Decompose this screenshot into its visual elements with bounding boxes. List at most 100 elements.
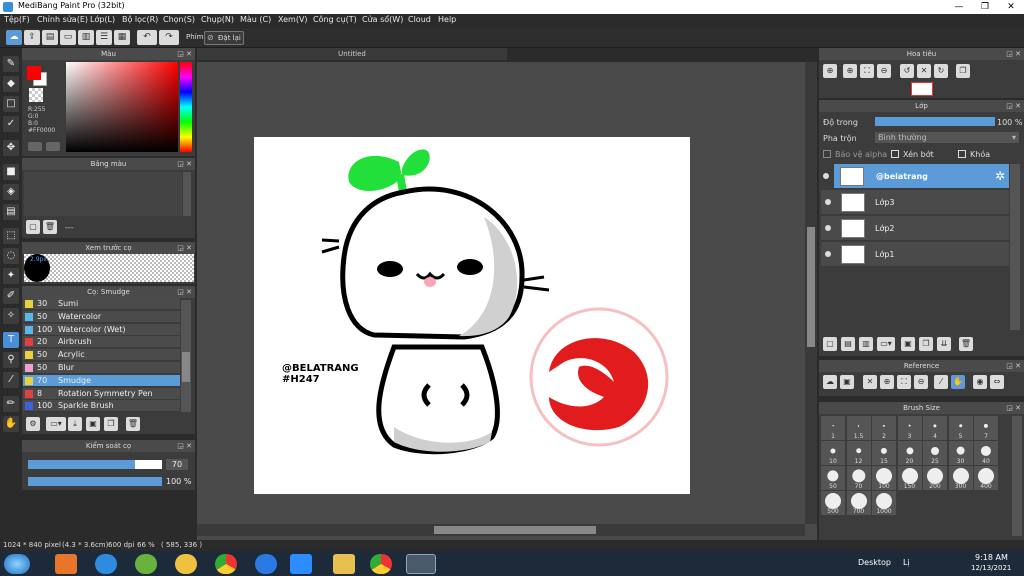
start-icon[interactable] xyxy=(4,554,30,574)
eraser-tool-icon[interactable]: ◆ xyxy=(3,76,19,92)
brush-size-option[interactable]: 400 xyxy=(974,466,998,490)
menu-select[interactable]: Chọn(S) xyxy=(163,15,195,24)
menu-color[interactable]: Màu (C) xyxy=(240,15,271,24)
copy-view-icon[interactable]: ❐ xyxy=(956,64,970,78)
zoom-plus-icon[interactable]: ⊕ xyxy=(843,64,857,78)
protect-alpha-checkbox[interactable] xyxy=(823,150,831,158)
reference-fit-icon[interactable]: ⛶ xyxy=(897,375,911,389)
brush-item[interactable]: 70 Smudge xyxy=(23,374,180,387)
reference-open-icon[interactable]: ▣ xyxy=(840,375,854,389)
brush-item[interactable]: 50 Watercolor xyxy=(23,310,180,323)
menu-layer[interactable]: Lớp(L) xyxy=(90,15,115,24)
reference-zoom-in-icon[interactable]: ⊕ xyxy=(880,375,894,389)
reference-zoom-out-icon[interactable]: ⊖ xyxy=(914,375,928,389)
layer-visibility-icon[interactable] xyxy=(825,251,831,257)
brush-size-value[interactable]: 70 xyxy=(166,459,188,470)
brush-opacity-slider[interactable] xyxy=(28,477,162,486)
lock-checkbox[interactable] xyxy=(958,150,966,158)
select-tool-icon[interactable]: ⬚ xyxy=(3,228,19,244)
brush-size-option[interactable]: 12 xyxy=(846,441,871,465)
brush-size-option[interactable]: 3 xyxy=(897,416,922,440)
reference-eyedropper-icon[interactable]: ⁄ xyxy=(934,375,948,389)
brush-item[interactable]: 100 Sparkle Brush xyxy=(23,400,180,413)
cloud-icon[interactable]: ☁ xyxy=(6,30,22,45)
brush-copy-icon[interactable]: ❐ xyxy=(104,417,118,431)
brush-size-option[interactable]: 100 xyxy=(872,466,896,490)
brush-size-option[interactable]: 150 xyxy=(897,466,922,490)
hue-slider[interactable] xyxy=(180,62,192,152)
brush-delete-icon[interactable]: 🗑 xyxy=(126,417,140,431)
move-tool-icon[interactable]: ✥ xyxy=(3,140,19,156)
brush-item[interactable]: 50 Acrylic xyxy=(23,349,180,362)
layer-scrollbar[interactable] xyxy=(1010,164,1020,330)
list-icon[interactable]: ☰ xyxy=(96,30,112,45)
menu-view[interactable]: Xem(V) xyxy=(278,15,308,24)
pen-tool-icon[interactable]: ✓ xyxy=(3,116,19,132)
brush-size-option[interactable]: 7 xyxy=(974,416,998,440)
reference-close-icon[interactable]: ✕ xyxy=(863,375,877,389)
dot-tool-icon[interactable]: □ xyxy=(3,96,19,112)
menu-capture[interactable]: Chụp(N) xyxy=(201,15,234,24)
reset-button[interactable]: ⊘ Đặt lại xyxy=(204,31,244,45)
menu-filter[interactable]: Bộ lọc(R) xyxy=(122,15,158,24)
duplicate-layer-icon[interactable]: ❐ xyxy=(919,337,933,351)
clipping-checkbox[interactable] xyxy=(891,150,899,158)
undo-icon[interactable]: ↶ xyxy=(137,30,157,45)
merge-layer-icon[interactable]: ⇊ xyxy=(937,337,951,351)
share-icon[interactable]: ⇪ xyxy=(24,30,40,45)
select-pen-tool-icon[interactable]: ✐ xyxy=(3,288,19,304)
brush-size-option[interactable]: 50 xyxy=(821,466,845,490)
transparent-swatch[interactable] xyxy=(29,88,43,102)
operation-tool-icon[interactable]: ⚲ xyxy=(3,352,19,368)
palette-area[interactable] xyxy=(24,172,182,216)
lasso-tool-icon[interactable]: ◌ xyxy=(3,248,19,264)
new-halftone-layer-icon[interactable]: ▤ xyxy=(841,337,855,351)
zalo-icon[interactable] xyxy=(255,554,277,574)
brush-size-option[interactable]: 1 xyxy=(821,416,845,440)
close-button[interactable]: ✕ xyxy=(998,0,1024,14)
new-palette-icon[interactable]: ▢ xyxy=(26,220,40,234)
reference-cloud-icon[interactable]: ☁ xyxy=(823,375,837,389)
menu-window[interactable]: Cửa sổ(W) xyxy=(362,15,403,24)
menu-edit[interactable]: Chỉnh sửa(E) xyxy=(37,15,88,24)
zoom-out-icon[interactable]: ⊖ xyxy=(877,64,891,78)
layer-row-lop1[interactable]: Lớp1 xyxy=(821,242,1009,267)
layer-row-lop3[interactable]: Lớp3 xyxy=(821,190,1009,215)
layer-folder-icon[interactable]: ▣ xyxy=(901,337,915,351)
brush-size-option[interactable]: 700 xyxy=(846,491,871,515)
brush-settings-icon[interactable]: ⚙ xyxy=(26,417,40,431)
brush-size-option[interactable]: 10 xyxy=(821,441,845,465)
brush-size-option[interactable]: 300 xyxy=(948,466,973,490)
redo-icon[interactable]: ↷ xyxy=(159,30,179,45)
reference-flip-icon[interactable]: ⇔ xyxy=(990,375,1004,389)
saturation-value-picker[interactable] xyxy=(66,62,178,152)
rectangle-tool-icon[interactable]: ■ xyxy=(3,164,19,180)
file-explorer-icon[interactable] xyxy=(333,554,355,574)
new-8bit-layer-icon[interactable]: ▥ xyxy=(859,337,873,351)
select-eraser-tool-icon[interactable]: ✧ xyxy=(3,308,19,324)
grid-icon[interactable]: ▦ xyxy=(114,30,130,45)
maximize-button[interactable]: ❐ xyxy=(972,0,998,14)
add-layer-menu-icon[interactable]: ▭▾ xyxy=(877,337,895,351)
rotate-right-icon[interactable]: ↻ xyxy=(934,64,948,78)
rotate-left-icon[interactable]: ↺ xyxy=(900,64,914,78)
magic-wand-tool-icon[interactable]: ✦ xyxy=(3,268,19,284)
brush-size-option[interactable]: 1000 xyxy=(872,491,896,515)
brush-size-option[interactable]: 500 xyxy=(821,491,845,515)
desktop-label[interactable]: Desktop xyxy=(858,558,891,567)
brush-size-option[interactable]: 200 xyxy=(923,466,947,490)
flip-icon[interactable]: ✕ xyxy=(917,64,931,78)
brush-size-option[interactable]: 2 xyxy=(872,416,896,440)
gradient-tool-icon[interactable]: ▤ xyxy=(3,204,19,220)
app-icon-green[interactable] xyxy=(135,554,157,574)
internet-explorer-icon[interactable] xyxy=(95,554,117,574)
text-tool-icon[interactable]: T xyxy=(3,332,19,348)
layer-settings-icon[interactable]: ✲ xyxy=(995,169,1005,183)
brush-item[interactable]: 100 Watercolor (Wet) xyxy=(23,323,180,336)
fit-icon[interactable]: ⛶ xyxy=(860,64,874,78)
zoom-in-icon[interactable]: ⊕ xyxy=(823,64,837,78)
chrome-window-icon[interactable] xyxy=(370,554,392,574)
palette-scrollbar[interactable] xyxy=(183,172,191,216)
delete-palette-icon[interactable]: 🗑 xyxy=(43,220,57,234)
panel-icon[interactable]: ▥ xyxy=(78,30,94,45)
